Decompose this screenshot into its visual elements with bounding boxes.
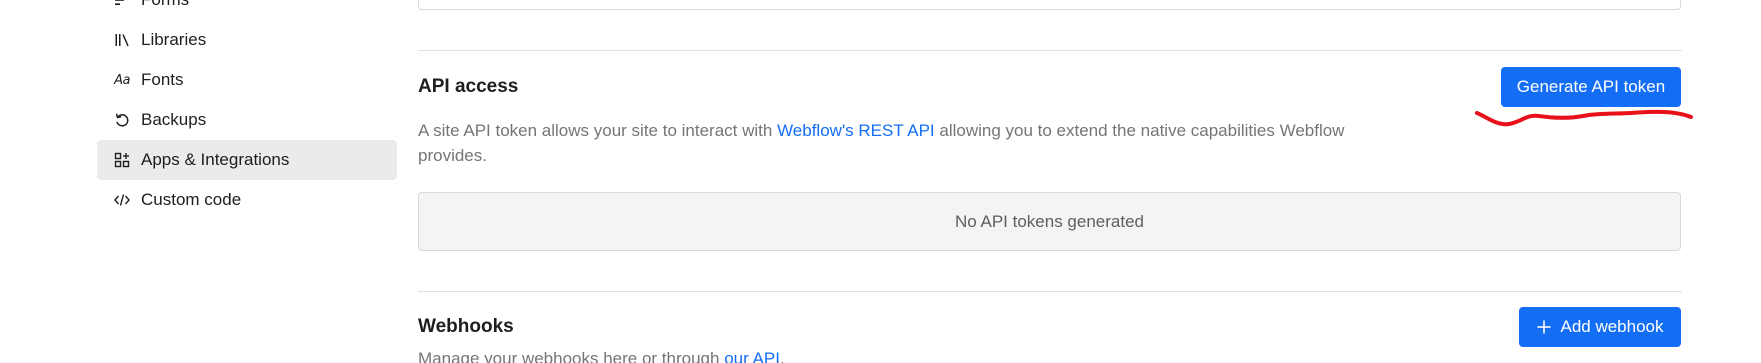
sidebar-item-libraries[interactable]: Libraries [97,20,397,60]
sidebar-item-apps-integrations[interactable]: Apps & Integrations [97,140,397,180]
forms-icon [113,0,131,9]
red-underline-annotation [1475,109,1693,127]
sidebar-item-fonts[interactable]: Aa Fonts [97,60,397,100]
our-api-link[interactable]: our API [724,349,780,363]
api-access-description: A site API token allows your site to int… [418,118,1378,168]
section-divider [418,291,1682,292]
add-webhook-label: Add webhook [1560,317,1664,336]
sidebar-item-label: Custom code [141,190,242,209]
sidebar-item-custom-code[interactable]: Custom code [97,180,397,220]
api-tokens-empty-state: No API tokens generated [418,192,1681,251]
sidebar-item-label: Apps & Integrations [141,150,290,169]
previous-section-card [418,0,1681,10]
webhooks-desc-text-end: . [779,349,785,363]
sidebar-item-label: Backups [141,110,207,129]
fonts-icon: Aa [114,72,130,88]
sidebar-item-label: Libraries [141,30,207,49]
webhooks-description: Manage your webhooks here or through our… [418,346,1378,363]
empty-state-text: No API tokens generated [954,211,1145,231]
rest-api-link[interactable]: Webflow's REST API [777,121,935,140]
plus-icon [1536,319,1552,335]
add-webhook-button[interactable]: Add webhook [1519,307,1681,347]
sidebar-item-backups[interactable]: Backups [97,100,397,140]
sidebar-item-label: Fonts [141,70,184,89]
sidebar-item-forms[interactable]: Forms [97,0,397,20]
backups-icon [113,111,131,129]
api-desc-text: A site API token allows your site to int… [418,121,778,140]
api-access-title: API access [418,76,519,97]
libraries-icon [113,31,131,49]
section-divider [418,50,1682,51]
webhooks-title: Webhooks [418,316,514,337]
webhooks-desc-text: Manage your webhooks here or through [418,349,725,363]
apps-icon [113,151,131,169]
settings-page: Forms Libraries Aa Fonts Backups Apps & … [0,0,1761,363]
code-icon [113,191,131,209]
sidebar-item-label: Forms [141,0,189,10]
generate-api-token-button[interactable]: Generate API token [1501,67,1681,107]
